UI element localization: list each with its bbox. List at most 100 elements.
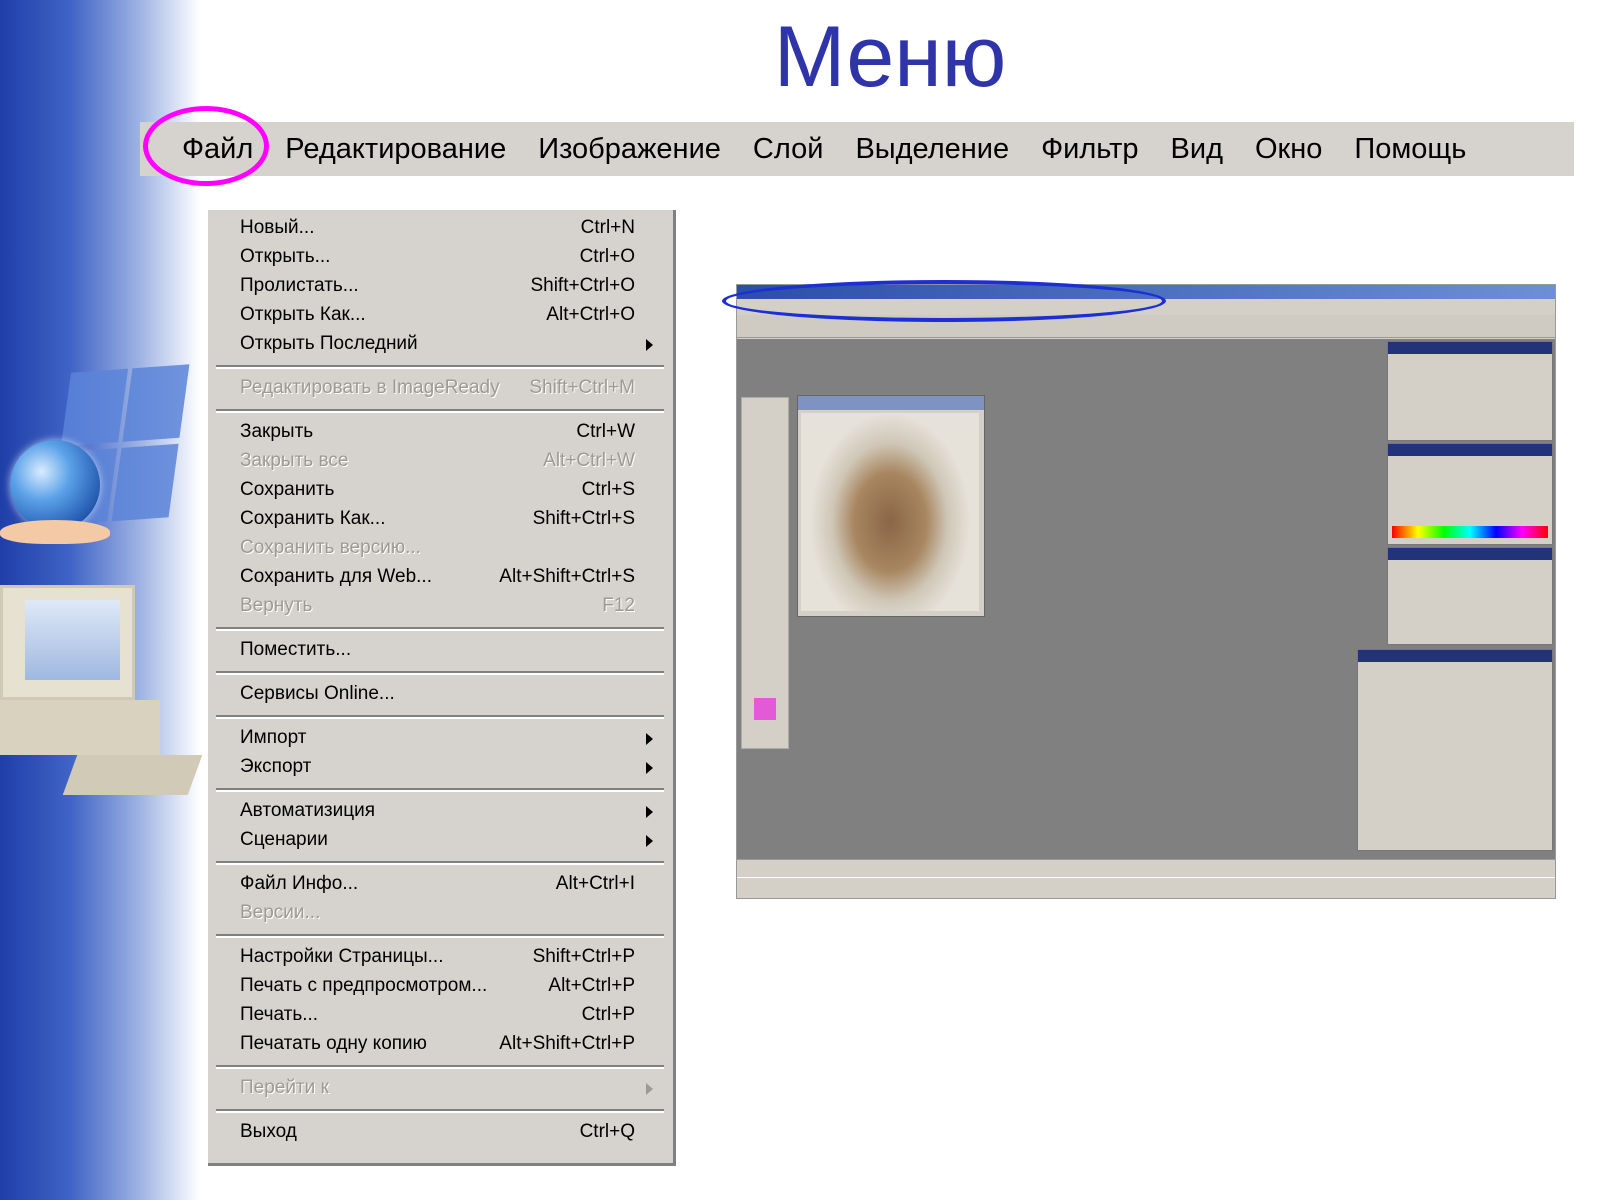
menu-separator [216,861,664,865]
submenu-arrow-icon [646,806,653,818]
menu-separator [216,671,664,675]
menu-item-save[interactable]: Сохранить Ctrl+S [208,476,673,504]
submenu-arrow-icon [646,762,653,774]
menu-item-label: Печать с предпросмотром... [240,975,488,996]
menu-item-shortcut: Alt+Ctrl+W [543,450,635,471]
hand-graphic [0,520,110,544]
menu-edit[interactable]: Редактирование [269,133,522,166]
menu-item-label: Пролистать... [240,275,359,296]
menu-item-print-one-copy[interactable]: Печатать одну копию Alt+Shift+Ctrl+P [208,1030,673,1058]
submenu-arrow-icon [646,733,653,745]
ps-color-panel [1387,443,1553,545]
menu-item-shortcut: Shift+Ctrl+O [530,275,635,296]
menu-item-label: Поместить... [240,639,352,660]
menu-item-export[interactable]: Экспорт [208,753,673,781]
menu-item-shortcut: Ctrl+N [580,217,635,238]
menu-item-label: Сервисы Online... [240,683,395,704]
menu-separator [216,627,664,631]
menu-item-label: Версии... [240,902,321,923]
menu-item-page-setup[interactable]: Настройки Страницы... Shift+Ctrl+P [208,943,673,971]
menu-item-shortcut: Alt+Shift+Ctrl+P [499,1033,635,1054]
menu-item-label: Вернуть [240,595,313,616]
globe-graphic [10,440,100,530]
ps-toolbox [741,397,789,749]
menu-item-exit[interactable]: Выход Ctrl+Q [208,1118,673,1146]
photoshop-screenshot [736,284,1556,899]
menu-item-label: Автоматизиция [240,800,376,821]
menu-item-shortcut: Shift+Ctrl+P [532,946,635,967]
menu-item-label: Открыть... [240,246,331,267]
menu-item-edit-in-imageready: Редактировать в ImageReady Shift+Ctrl+M [208,374,673,402]
menu-item-shortcut: Shift+Ctrl+S [532,508,635,529]
ps-layers-panel [1357,649,1553,851]
menu-item-new[interactable]: Новый... Ctrl+N [208,214,673,242]
menu-item-shortcut: F12 [602,595,635,616]
menu-item-revert: Вернуть F12 [208,592,673,620]
menu-item-label: Файл Инфо... [240,873,359,894]
menu-item-label: Выход [240,1121,297,1142]
menu-item-label: Настройки Страницы... [240,946,444,967]
ps-document-window [797,395,985,617]
menu-select[interactable]: Выделение [839,133,1025,166]
menu-item-shortcut: Ctrl+O [579,246,635,267]
menu-filter[interactable]: Фильтр [1025,133,1154,166]
menu-help[interactable]: Помощь [1338,133,1482,166]
screenshot-menu-highlight-ellipse [722,280,1166,322]
menu-layer[interactable]: Слой [737,133,840,166]
ps-history-panel [1387,547,1553,645]
keyboard-graphic [62,755,203,795]
menu-separator [216,409,664,413]
menu-item-shortcut: Alt+Ctrl+O [546,304,635,325]
menu-item-place[interactable]: Поместить... [208,636,673,664]
menu-separator [216,934,664,938]
menu-item-label: Сценарии [240,829,328,850]
menu-item-online-services[interactable]: Сервисы Online... [208,680,673,708]
menu-item-automate[interactable]: Автоматизиция [208,797,673,825]
menu-item-label: Перейти к [240,1077,329,1098]
menu-item-label: Закрыть [240,421,314,442]
menu-item-print[interactable]: Печать... Ctrl+P [208,1001,673,1029]
menu-item-open-recent[interactable]: Открыть Последний [208,330,673,358]
menu-item-save-for-web[interactable]: Сохранить для Web... Alt+Shift+Ctrl+S [208,563,673,591]
menu-item-open[interactable]: Открыть... Ctrl+O [208,243,673,271]
submenu-arrow-icon [646,339,653,351]
menu-item-label: Редактировать в ImageReady [240,377,500,398]
file-menu-highlight-ellipse [143,106,269,186]
menu-item-shortcut: Alt+Ctrl+P [548,975,635,996]
computer-case-graphic [0,700,160,755]
menu-item-browse[interactable]: Пролистать... Shift+Ctrl+O [208,272,673,300]
ps-status-bar [737,859,1555,876]
file-menu-dropdown: Новый... Ctrl+N Открыть... Ctrl+O Пролиста… [208,210,676,1166]
menu-item-close-all: Закрыть все Alt+Ctrl+W [208,447,673,475]
menu-item-import[interactable]: Импорт [208,724,673,752]
menu-item-label: Закрыть все [240,450,349,471]
menu-item-label: Сохранить [240,479,335,500]
menu-separator [216,365,664,369]
submenu-arrow-icon [646,835,653,847]
menu-item-close[interactable]: Закрыть Ctrl+W [208,418,673,446]
menu-bar: Файл Редактирование Изображение Слой Выд… [140,122,1574,176]
menu-item-shortcut: Shift+Ctrl+M [529,377,635,398]
menu-item-label: Печать... [240,1004,319,1025]
ps-taskbar [737,877,1555,898]
computer-monitor-graphic [0,585,135,700]
menu-item-jump-to: Перейти к [208,1074,673,1102]
menu-item-label: Новый... [240,217,315,238]
menu-separator [216,788,664,792]
menu-window[interactable]: Окно [1239,133,1338,166]
menu-separator [216,1065,664,1069]
menu-item-scripts[interactable]: Сценарии [208,826,673,854]
menu-item-shortcut: Ctrl+S [581,479,635,500]
menu-item-versions: Версии... [208,899,673,927]
menu-item-print-preview[interactable]: Печать с предпросмотром... Alt+Ctrl+P [208,972,673,1000]
menu-item-label: Импорт [240,727,307,748]
kitten-photo [801,413,979,611]
menu-item-shortcut: Ctrl+P [581,1004,635,1025]
slide-title: Меню [773,9,1007,105]
menu-item-file-info[interactable]: Файл Инфо... Alt+Ctrl+I [208,870,673,898]
menu-view[interactable]: Вид [1155,133,1239,166]
menu-item-open-as[interactable]: Открыть Как... Alt+Ctrl+O [208,301,673,329]
menu-item-label: Открыть Последний [240,333,418,354]
menu-image[interactable]: Изображение [522,133,737,166]
menu-item-save-as[interactable]: Сохранить Как... Shift+Ctrl+S [208,505,673,533]
